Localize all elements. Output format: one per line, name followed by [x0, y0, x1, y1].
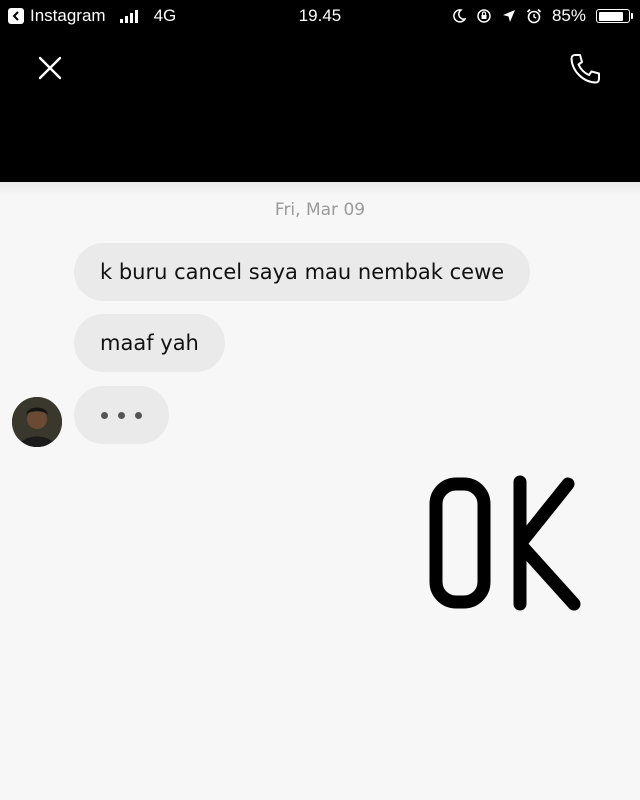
status-right: 85% — [452, 6, 633, 26]
orientation-lock-icon — [477, 9, 491, 23]
avatar[interactable] — [12, 397, 62, 447]
typing-indicator — [74, 386, 169, 444]
message-bubble[interactable]: maaf yah — [74, 314, 225, 372]
message-bubble[interactable]: k buru cancel saya mau nembak cewe — [74, 243, 531, 301]
ok-sticker — [429, 475, 581, 611]
avatar-photo — [12, 397, 62, 447]
thread-date: Fri, Mar 09 — [274, 200, 366, 220]
close-icon — [38, 56, 62, 80]
typing-dot — [118, 411, 125, 419]
close-button[interactable] — [36, 54, 64, 82]
typing-dot — [101, 411, 108, 419]
battery-percent: 85% — [551, 6, 586, 25]
header-shadow — [0, 182, 640, 196]
location-icon — [502, 10, 515, 22]
moon-icon — [453, 9, 466, 23]
typing-dot — [135, 411, 142, 419]
battery-icon — [596, 9, 633, 23]
status-bar: Instagram 4G 19.45 85% — [0, 0, 640, 34]
alarm-icon — [526, 8, 542, 24]
phone-icon — [570, 54, 600, 84]
battery-level — [598, 11, 624, 21]
call-button[interactable] — [568, 52, 602, 86]
thread-header — [0, 34, 640, 182]
